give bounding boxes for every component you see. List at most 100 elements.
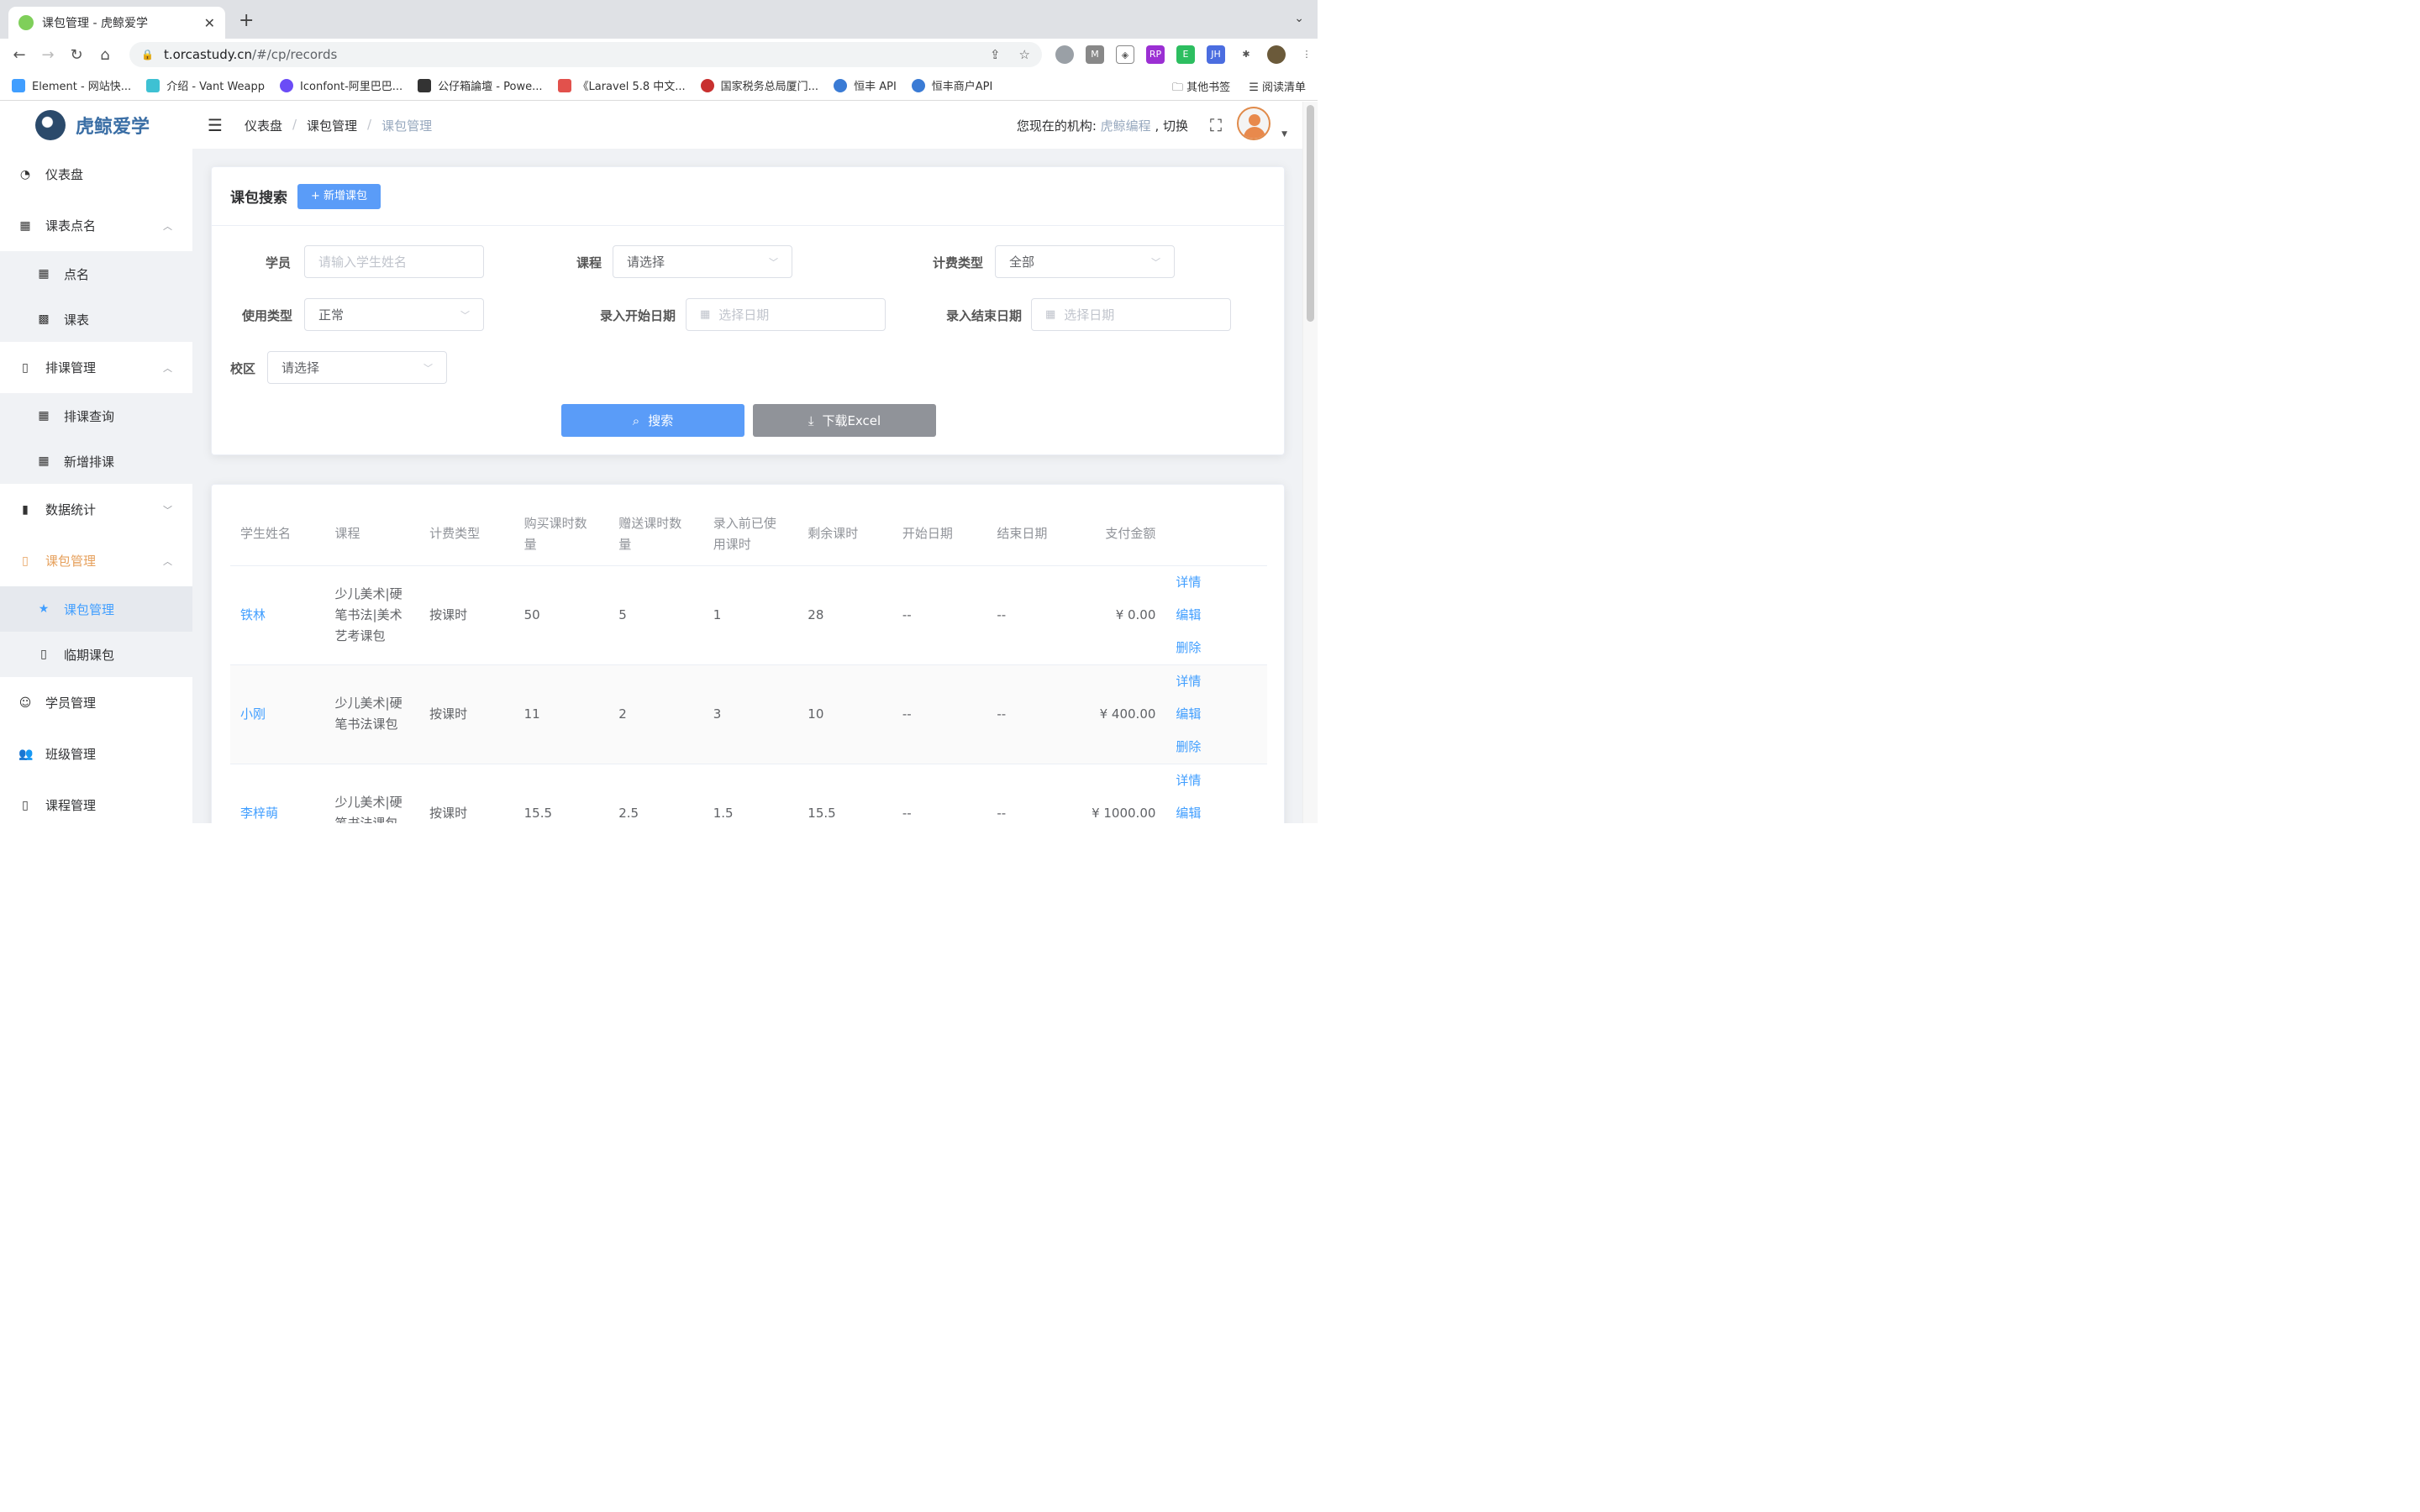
bookmark-item[interactable]: 公仔箱論壇 - Powe...: [418, 77, 543, 93]
sidebar-item-arrange-new[interactable]: ▦ 新增排课: [0, 438, 192, 484]
scrollbar-thumb[interactable]: [1307, 105, 1314, 322]
profile-avatar-icon[interactable]: [1267, 45, 1286, 64]
address-bar[interactable]: 🔒 t.orcastudy.cn/#/cp/records ⇪ ☆: [129, 42, 1042, 67]
delete-link[interactable]: 删除: [1176, 632, 1201, 664]
logo[interactable]: 虎鲸爱学: [0, 102, 192, 149]
bought-cell: 15.5: [513, 764, 609, 823]
puzzle-extension-icon[interactable]: ✱: [1237, 45, 1255, 64]
edit-link[interactable]: 编辑: [1176, 599, 1201, 632]
rp-extension-icon[interactable]: RP: [1146, 45, 1165, 64]
billing-select[interactable]: 全部 ﹀: [995, 245, 1175, 278]
billing-cell: 按课时: [419, 764, 514, 823]
start-date-picker[interactable]: ▦ 选择日期: [686, 298, 886, 331]
breadcrumb-item[interactable]: 课包管理: [307, 117, 357, 134]
tab-search-chevron-icon[interactable]: ⌄: [1294, 12, 1304, 25]
browser-tab[interactable]: 课包管理 - 虎鲸爱学 ✕: [8, 7, 225, 39]
usage-select[interactable]: 正常 ﹀: [304, 298, 484, 331]
student-name-link[interactable]: 小刚: [230, 664, 325, 764]
gift-cell: 2: [608, 664, 703, 764]
jh-extension-icon[interactable]: JH: [1207, 45, 1225, 64]
reload-icon[interactable]: ↻: [62, 46, 91, 64]
start-cell: --: [892, 764, 987, 823]
search-button[interactable]: ⌕ 搜索: [561, 404, 744, 437]
end-date-label: 录入结束日期: [945, 308, 1022, 323]
student-name-link[interactable]: 李梓萌: [230, 764, 325, 823]
sidebar-item-schedule[interactable]: ▦ 课表点名 ︿: [0, 200, 192, 251]
course-select[interactable]: 请选择 ﹀: [613, 245, 792, 278]
search-icon: ⌕: [632, 412, 640, 428]
bookmark-item[interactable]: 介绍 - Vant Weapp: [146, 77, 265, 93]
sidebar-item-package-manage[interactable]: ★ 课包管理: [0, 586, 192, 632]
browser-menu-icon[interactable]: ⋮: [1297, 45, 1316, 64]
column-header: 课程: [324, 503, 420, 566]
shield-extension-icon[interactable]: ◈: [1116, 45, 1134, 64]
new-tab-button[interactable]: +: [239, 10, 254, 31]
sidebar-item-package-expiring[interactable]: ▯ 临期课包: [0, 632, 192, 677]
other-bookmarks-folder[interactable]: 🗀 其他书签: [1172, 78, 1230, 98]
sidebar-item-students[interactable]: ☺ 学员管理: [0, 677, 192, 728]
sidebar-item-courses[interactable]: ▯ 课程管理: [0, 780, 192, 831]
detail-link[interactable]: 详情: [1176, 665, 1201, 698]
breadcrumb: 仪表盘 / 课包管理 / 课包管理: [244, 116, 433, 134]
caret-down-icon[interactable]: ▼: [1281, 130, 1287, 139]
evernote-extension-icon[interactable]: E: [1176, 45, 1195, 64]
avatar[interactable]: [1237, 107, 1270, 140]
sidebar: 虎鲸爱学 ◔ 仪表盘 ▦ 课表点名 ︿ ▦ 点名 ▩ 课表 ▯ 排课管理 ︿ ▦…: [0, 102, 192, 823]
download-excel-button[interactable]: ⤓ 下载Excel: [753, 404, 936, 437]
campus-select[interactable]: 请选择 ﹀: [267, 351, 447, 384]
sidebar-item-arrange-query[interactable]: ▦ 排课查询: [0, 393, 192, 438]
remain-cell: 10: [797, 664, 892, 764]
bookmarks-bar: Element - 网站快... 介绍 - Vant Weapp Iconfon…: [0, 71, 1318, 101]
reading-list[interactable]: ☰ 阅读清单: [1249, 78, 1306, 98]
edit-link[interactable]: 编辑: [1176, 797, 1201, 824]
search-title: 课包搜索: [230, 190, 287, 207]
globe-extension-icon[interactable]: [1055, 45, 1074, 64]
bookmark-item[interactable]: 国家税务总局厦门...: [700, 77, 818, 93]
org-switch-link[interactable]: , 切换: [1155, 118, 1188, 134]
fullscreen-icon[interactable]: ⛶: [1210, 115, 1222, 135]
sidebar-item-stats[interactable]: ▮ 数据统计 ﹀: [0, 484, 192, 535]
mail-extension-icon[interactable]: M: [1086, 45, 1104, 64]
detail-link[interactable]: 详情: [1176, 764, 1201, 797]
sidebar-item-classes[interactable]: 👥 班级管理: [0, 728, 192, 780]
page-scrollbar[interactable]: [1302, 102, 1318, 823]
sidebar-item-arrange[interactable]: ▯ 排课管理 ︿: [0, 342, 192, 393]
sidebar-item-dashboard[interactable]: ◔ 仪表盘: [0, 149, 192, 200]
sidebar-item-rollcall[interactable]: ▦ 点名: [0, 251, 192, 297]
bookmark-star-icon[interactable]: ☆: [1019, 47, 1030, 62]
back-icon[interactable]: ←: [5, 46, 34, 64]
chevron-down-icon: ﹀: [460, 309, 470, 321]
table-icon: ▩: [38, 312, 50, 326]
column-header: 剩余课时: [797, 503, 892, 566]
home-icon[interactable]: ⌂: [91, 46, 119, 64]
bookmark-item[interactable]: 恒丰商户API: [911, 77, 992, 93]
menu-toggle-icon[interactable]: ☰: [208, 115, 223, 135]
edit-link[interactable]: 编辑: [1176, 698, 1201, 731]
bookmark-item[interactable]: Element - 网站快...: [12, 77, 131, 93]
browser-tabstrip: 课包管理 - 虎鲸爱学 ✕ + ⌄: [0, 0, 1318, 39]
sidebar-item-timetable[interactable]: ▩ 课表: [0, 297, 192, 342]
billing-cell: 按课时: [419, 565, 514, 665]
calendar-icon: ▦: [1045, 308, 1056, 321]
bookmark-item[interactable]: Iconfont-阿里巴巴...: [280, 77, 402, 93]
gift-cell: 5: [608, 565, 703, 665]
student-name-link[interactable]: 铁林: [230, 565, 325, 665]
add-package-button[interactable]: + 新增课包: [297, 183, 381, 209]
sidebar-item-package[interactable]: ▯ 课包管理 ︿: [0, 535, 192, 586]
bookmark-item[interactable]: 《Laravel 5.8 中文...: [557, 77, 686, 93]
share-icon[interactable]: ⇪: [990, 47, 1001, 62]
url-text: t.orcastudy.cn/#/cp/records: [163, 47, 338, 62]
detail-link[interactable]: 详情: [1176, 566, 1201, 599]
bookmark-item[interactable]: 恒丰 API: [834, 77, 897, 93]
chevron-up-icon: ︿: [163, 555, 172, 567]
forward-icon[interactable]: →: [34, 46, 62, 64]
breadcrumb-item[interactable]: 仪表盘: [245, 117, 282, 134]
amount-cell: ¥ 400.00: [1081, 664, 1166, 764]
arrange-submenu: ▦ 排课查询 ▦ 新增排课: [0, 393, 192, 484]
logo-text: 虎鲸爱学: [76, 117, 150, 138]
student-input[interactable]: 请输入学生姓名: [304, 245, 484, 278]
end-date-picker[interactable]: ▦ 选择日期: [1031, 298, 1231, 331]
extensions-bar: M ◈ RP E JH ✱ ⋮: [1055, 45, 1316, 64]
delete-link[interactable]: 删除: [1176, 731, 1201, 764]
close-tab-icon[interactable]: ✕: [204, 15, 215, 31]
